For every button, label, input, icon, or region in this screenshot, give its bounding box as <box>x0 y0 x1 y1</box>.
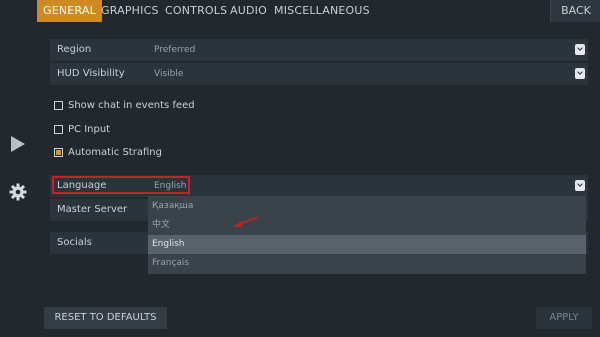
hud-visibility-value: Visible <box>154 69 184 79</box>
show-chat-label: Show chat in events feed <box>68 100 195 111</box>
language-option[interactable]: Қазақша <box>148 197 586 216</box>
hud-visibility-label: HUD Visibility <box>57 68 125 79</box>
language-option-selected[interactable]: English <box>148 235 586 254</box>
apply-button[interactable]: APPLY <box>536 307 592 329</box>
automatic-strafing-checkbox[interactable] <box>54 148 63 157</box>
tab-miscellaneous[interactable]: MISCELLANEOUS <box>274 0 370 22</box>
language-option[interactable]: 中文 <box>148 216 586 235</box>
play-icon[interactable] <box>11 136 25 156</box>
pc-input-label: PC Input <box>68 124 111 135</box>
language-dropdown-list: Қазақша 中文 English Français <box>148 196 586 274</box>
chevron-down-icon[interactable] <box>575 68 585 79</box>
pc-input-checkbox-row[interactable]: PC Input <box>50 120 250 140</box>
region-setting[interactable]: Region Preferred <box>50 39 588 61</box>
tab-graphics[interactable]: GRAPHICS <box>101 0 159 22</box>
master-server-label: Master Server <box>57 204 128 215</box>
show-chat-checkbox-row[interactable]: Show chat in events feed <box>50 96 250 116</box>
reset-to-defaults-button[interactable]: RESET TO DEFAULTS <box>44 307 167 329</box>
tab-controls[interactable]: CONTROLS <box>165 0 227 22</box>
tab-audio[interactable]: AUDIO <box>230 0 267 22</box>
region-value: Preferred <box>154 45 196 55</box>
automatic-strafing-label: Automatic Strafing <box>68 147 162 158</box>
language-highlight-box <box>52 176 190 194</box>
automatic-strafing-checkbox-row[interactable]: Automatic Strafing <box>50 143 250 163</box>
socials-label: Socials <box>57 237 92 248</box>
chevron-down-icon[interactable] <box>575 44 585 55</box>
back-button[interactable]: BACK <box>550 0 600 22</box>
hud-visibility-setting[interactable]: HUD Visibility Visible <box>50 63 588 85</box>
arrow-annotation-icon <box>232 214 260 233</box>
pc-input-checkbox[interactable] <box>54 125 63 134</box>
chevron-down-icon[interactable] <box>575 180 585 191</box>
language-option[interactable]: Français <box>148 254 586 273</box>
tab-general[interactable]: GENERAL <box>37 0 102 22</box>
gear-icon[interactable] <box>9 183 27 205</box>
region-label: Region <box>57 44 92 55</box>
show-chat-checkbox[interactable] <box>54 101 63 110</box>
